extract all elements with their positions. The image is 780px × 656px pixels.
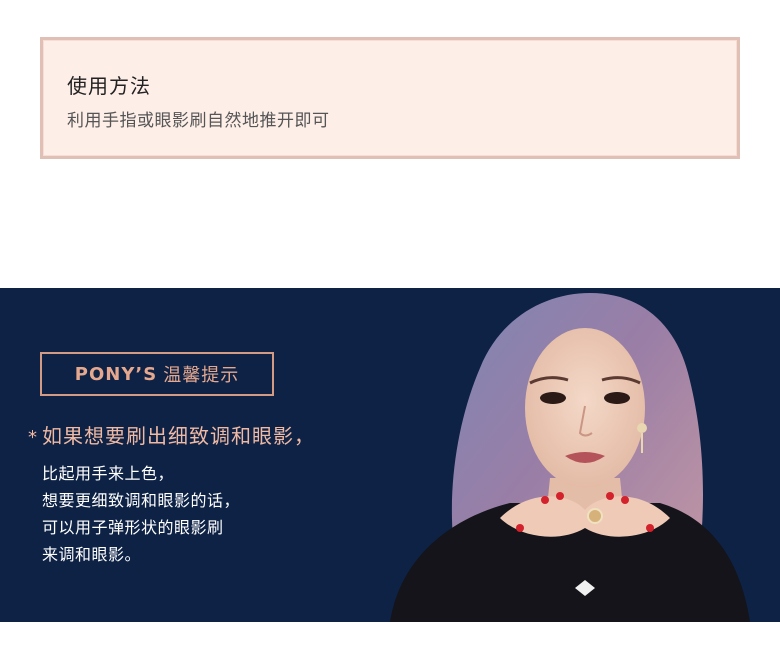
tips-line: 来调和眼影。	[42, 545, 142, 564]
star-icon: *	[28, 427, 38, 448]
tips-badge-brand: PONY’S	[74, 363, 158, 385]
tips-line: 想要更细致调和眼影的话，	[42, 491, 241, 510]
usage-box: 使用方法 利用手指或眼影刷自然地推开即可	[40, 37, 740, 159]
tips-line: 比起用手来上色，	[42, 464, 175, 483]
tips-badge: PONY’S 温馨提示	[40, 352, 274, 396]
tips-body: 比起用手来上色， 想要更细致调和眼影的话， 可以用子弹形状的眼影刷 来调和眼影。	[42, 460, 240, 568]
usage-title: 使用方法	[67, 74, 151, 98]
model-portrait	[390, 293, 750, 622]
tips-banner: PONY’S 温馨提示 * 如果想要刷出细致调和眼影， 比起用手来上色， 想要更细…	[0, 288, 780, 622]
tips-badge-label: 温馨提示	[163, 365, 240, 386]
tips-line: 可以用子弹形状的眼影刷	[42, 518, 224, 537]
tips-heading-text: 如果想要刷出细致调和眼影，	[42, 424, 315, 448]
usage-text: 利用手指或眼影刷自然地推开即可	[67, 111, 330, 131]
tips-heading: * 如果想要刷出细致调和眼影，	[28, 420, 315, 449]
